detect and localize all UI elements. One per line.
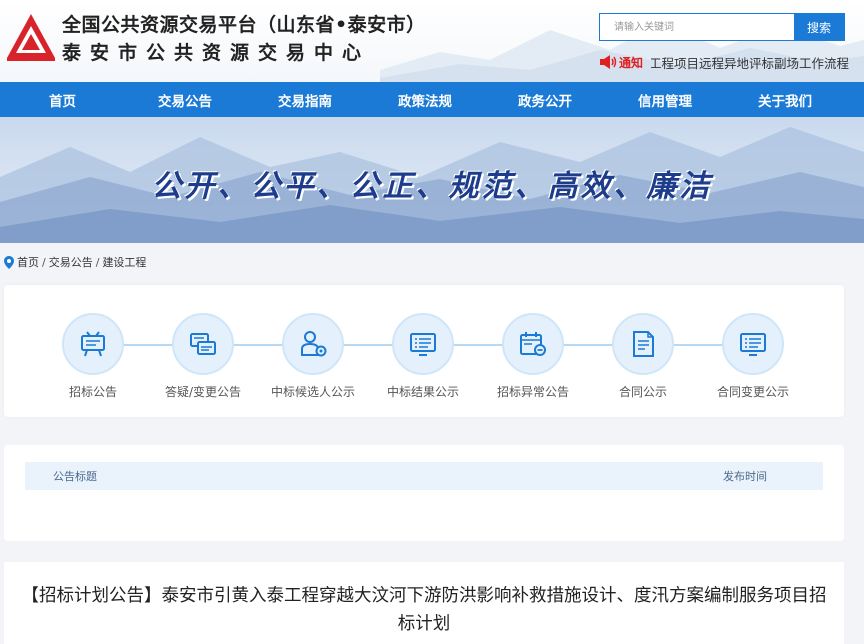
step-candidate-publicity[interactable]: 中标候选人公示: [258, 313, 368, 400]
step-label: 中标候选人公示: [270, 385, 355, 399]
nav-public-affairs[interactable]: 政务公开: [485, 82, 605, 117]
nav-guide[interactable]: 交易指南: [245, 82, 365, 117]
speaker-icon: [600, 55, 617, 69]
monitor-list-icon: [410, 333, 436, 356]
nav-policy[interactable]: 政策法规: [365, 82, 485, 117]
step-circle[interactable]: [62, 313, 124, 375]
column-header-title: 公告标题: [53, 470, 97, 483]
step-label: 招标异常公告: [496, 385, 569, 399]
step-label: 招标公告: [68, 385, 117, 399]
nav-home[interactable]: 首页: [0, 82, 125, 117]
search-box: 搜索: [599, 13, 845, 41]
nav-announcements[interactable]: 交易公告: [125, 82, 245, 117]
process-flow-panel: 招标公告 答疑/变更公告 中标候选人公示 中标结果公示 招标异常公告 合同公示 …: [4, 285, 844, 417]
step-circle[interactable]: [722, 313, 784, 375]
notice-ticker: 工程项目远程异地评标副场工作流程: [651, 53, 849, 72]
site-header: 全国公共资源交易平台（山东省•泰安市） 泰安市公共资源交易中心 搜索 通知 工程…: [0, 0, 864, 82]
contract-icon: [633, 331, 654, 357]
step-result-publicity[interactable]: 中标结果公示: [368, 313, 478, 400]
nav-about[interactable]: 关于我们: [725, 82, 845, 117]
step-label: 答疑/变更公告: [164, 385, 242, 399]
cards-icon: [190, 333, 216, 355]
step-qa-change[interactable]: 答疑/变更公告: [148, 313, 258, 400]
breadcrumb: 首页 / 交易公告 / 建设工程: [4, 254, 146, 270]
notice-bar: 通知 工程项目远程异地评标副场工作流程: [599, 52, 849, 72]
banner: 公开、公平、公正、规范、高效、廉洁: [0, 117, 864, 243]
nav-credit[interactable]: 信用管理: [605, 82, 725, 117]
site-title: 全国公共资源交易平台（山东省•泰安市）: [62, 14, 426, 36]
easel-icon: [81, 331, 105, 357]
notice-link[interactable]: 工程项目远程异地评标副场工作流程: [651, 53, 849, 72]
step-label: 合同变更公示: [716, 385, 789, 399]
banner-slogan: 公开、公平、公正、规范、高效、廉洁: [151, 169, 713, 204]
step-label: 中标结果公示: [386, 385, 459, 399]
search-button[interactable]: 搜索: [794, 14, 844, 40]
step-circle[interactable]: [392, 313, 454, 375]
breadcrumb-announcements[interactable]: 交易公告: [49, 254, 93, 270]
location-pin-icon: [4, 255, 14, 269]
breadcrumb-separator: /: [42, 255, 46, 269]
step-label: 合同公示: [618, 385, 667, 399]
breadcrumb-construction[interactable]: 建设工程: [102, 254, 146, 270]
article-title: 【招标计划公告】泰安市引黄入泰工程穿越大汶河下游防洪影响补救措施设计、度汛方案编…: [21, 586, 827, 634]
step-contract-publicity[interactable]: 合同公示: [588, 313, 698, 400]
column-header-date: 发布时间: [723, 470, 767, 483]
announcement-table: 公告标题 发布时间: [4, 445, 844, 541]
step-circle[interactable]: [502, 313, 564, 375]
breadcrumb-home[interactable]: 首页: [17, 254, 39, 270]
table-header: 公告标题 发布时间: [25, 462, 823, 490]
step-contract-change[interactable]: 合同变更公示: [698, 313, 808, 400]
person-icon: [301, 331, 327, 357]
breadcrumb-separator: /: [95, 255, 100, 269]
step-circle[interactable]: [282, 313, 344, 375]
step-circle[interactable]: [172, 313, 234, 375]
calendar-minus-icon: [520, 332, 546, 356]
search-input[interactable]: [600, 14, 794, 40]
step-circle[interactable]: [612, 313, 674, 375]
site-subtitle: 泰安市公共资源交易中心: [62, 42, 371, 64]
monitor-list-icon: [740, 333, 766, 356]
notice-tag: 通知: [619, 55, 644, 70]
logo-icon: [7, 14, 55, 61]
step-tender-announcement[interactable]: 招标公告: [38, 313, 148, 400]
article-panel: 【招标计划公告】泰安市引黄入泰工程穿越大汶河下游防洪影响补救措施设计、度汛方案编…: [4, 562, 844, 644]
main-nav: 首页 交易公告 交易指南 政策法规 政务公开 信用管理 关于我们: [0, 82, 864, 117]
step-tender-exception[interactable]: 招标异常公告: [478, 313, 588, 400]
